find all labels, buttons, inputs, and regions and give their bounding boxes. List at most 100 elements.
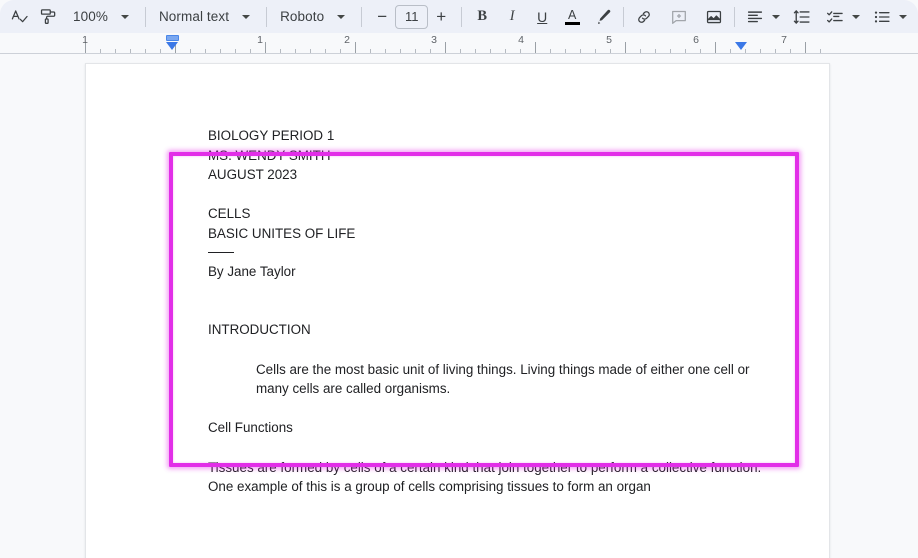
document-page[interactable]: BIOLOGY PERIOD 1 MS. WENDY SMITH AUGUST …	[85, 63, 830, 558]
ruler-number: 1	[82, 34, 88, 46]
ruler-tick	[280, 49, 281, 53]
paint-format-icon[interactable]	[35, 4, 61, 30]
font-size-value: 11	[404, 9, 419, 24]
ruler-tick	[445, 42, 446, 53]
toolbar-divider	[266, 6, 268, 27]
insert-link-icon[interactable]	[631, 4, 657, 30]
italic-icon: I	[509, 8, 515, 24]
chevron-down-icon	[120, 14, 129, 19]
left-indent-handle[interactable]	[166, 42, 178, 50]
left-indent-marker[interactable]	[166, 35, 179, 50]
ruler-tick	[505, 49, 506, 53]
ruler-number: 2	[344, 34, 350, 46]
ruler-tick	[775, 49, 776, 53]
doc-paragraph-intro: Cells are the most basic unit of living …	[256, 361, 750, 397]
zoom-value: 100%	[73, 9, 108, 24]
ruler-tick	[460, 49, 461, 53]
document-ruler[interactable]: 1 1 2 3 4 5 6 7	[0, 33, 918, 58]
font-family-value: Roboto	[280, 9, 325, 24]
ruler-tick	[550, 49, 551, 53]
minus-icon: −	[377, 7, 388, 26]
ruler-tick	[430, 49, 431, 53]
doc-blank-line	[208, 438, 783, 458]
document-canvas[interactable]: BIOLOGY PERIOD 1 MS. WENDY SMITH AUGUST …	[0, 58, 918, 558]
ruler-tick	[235, 49, 236, 53]
line-spacing-icon[interactable]	[789, 4, 815, 30]
ruler-tick	[490, 49, 491, 53]
ruler-tick	[655, 49, 656, 53]
first-line-indent-handle[interactable]	[166, 35, 179, 41]
font-family-select[interactable]: Roboto	[274, 4, 354, 30]
ruler-tick	[580, 49, 581, 53]
ruler-number: 7	[781, 34, 787, 46]
highlight-color-button[interactable]	[590, 4, 616, 30]
plus-icon: +	[436, 7, 447, 26]
ruler-tick	[220, 49, 221, 53]
doc-blank-line	[208, 399, 783, 419]
ruler-tick	[670, 49, 671, 53]
ruler-tick	[250, 49, 251, 53]
ruler-tick	[295, 49, 296, 53]
chevron-down-icon[interactable]	[772, 14, 781, 19]
ruler-tick	[475, 49, 476, 53]
paragraph-style-select[interactable]: Normal text	[153, 4, 259, 30]
ruler-tick	[610, 49, 611, 53]
ruler-tick	[190, 49, 191, 53]
zoom-select[interactable]: 100%	[67, 4, 138, 30]
increase-font-size-button[interactable]: +	[428, 4, 454, 30]
ruler-tick	[400, 49, 401, 53]
doc-heading-cell-functions: Cell Functions	[208, 420, 293, 436]
document-body[interactable]: BIOLOGY PERIOD 1 MS. WENDY SMITH AUGUST …	[208, 126, 783, 497]
doc-blank-line	[208, 281, 783, 301]
ruler-tick	[790, 49, 791, 53]
doc-line-title: CELLS	[208, 206, 251, 222]
insert-image-icon[interactable]	[701, 4, 727, 30]
ruler-tick	[160, 49, 161, 53]
ruler-tick	[100, 49, 101, 53]
ruler-number: 6	[693, 34, 699, 46]
ruler-tick	[715, 42, 716, 53]
ruler-tick	[325, 49, 326, 53]
doc-line-subtitle: BASIC UNITES OF LIFE	[208, 225, 356, 241]
bold-button[interactable]: B	[469, 4, 495, 30]
add-comment-icon[interactable]	[666, 4, 692, 30]
ruler-tick	[310, 49, 311, 53]
ruler-tick	[130, 49, 131, 53]
toolbar-divider	[361, 6, 363, 27]
italic-button[interactable]: I	[499, 4, 525, 30]
ruler-number: 1	[257, 34, 263, 46]
chevron-down-icon[interactable]	[899, 14, 908, 19]
doc-line-date: AUGUST 2023	[208, 167, 298, 183]
checklist-icon[interactable]	[822, 4, 848, 30]
ruler-tick	[565, 49, 566, 53]
google-docs-window: 100% Normal text Roboto − 11 + B I U A 1…	[0, 0, 918, 558]
ruler-tick	[385, 49, 386, 53]
ruler-tick	[145, 49, 146, 53]
toolbar-divider	[144, 6, 146, 27]
doc-heading-introduction: INTRODUCTION	[208, 322, 311, 338]
chevron-down-icon	[242, 14, 251, 19]
ruler-tick	[415, 49, 416, 53]
doc-blank-line	[208, 301, 783, 321]
spellcheck-icon[interactable]	[6, 4, 32, 30]
bulleted-list-icon[interactable]	[869, 4, 895, 30]
toolbar-divider	[734, 6, 736, 27]
ruler-tick	[205, 49, 206, 53]
underline-icon: U	[537, 8, 548, 25]
align-left-icon[interactable]	[742, 4, 768, 30]
ruler-tick	[625, 42, 626, 53]
decrease-font-size-button[interactable]: −	[369, 4, 395, 30]
underline-button[interactable]: U	[529, 4, 555, 30]
chevron-down-icon[interactable]	[852, 14, 861, 19]
doc-line-author: By Jane Taylor	[208, 263, 296, 279]
ruler-tick	[115, 49, 116, 53]
ruler-tick	[685, 49, 686, 53]
doc-line-teacher: MS. WENDY SMITH	[208, 147, 331, 163]
formatting-toolbar: 100% Normal text Roboto − 11 + B I U A	[0, 0, 918, 33]
ruler-tick	[370, 49, 371, 53]
right-indent-marker[interactable]	[735, 42, 747, 50]
text-color-button[interactable]: A	[559, 4, 585, 30]
ruler-tick	[640, 49, 641, 53]
font-size-input[interactable]: 11	[395, 4, 429, 29]
doc-line-course: BIOLOGY PERIOD 1	[208, 128, 335, 143]
